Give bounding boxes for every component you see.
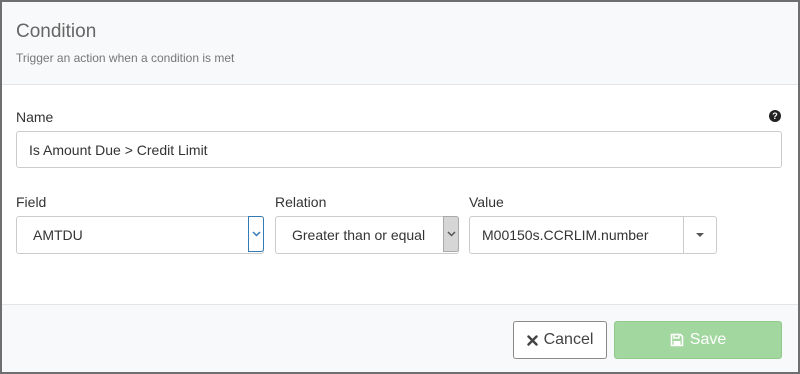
name-label: Name — [16, 109, 54, 125]
save-button-label: Save — [689, 331, 727, 348]
field-select[interactable]: AMTDU — [16, 216, 264, 254]
relation-select[interactable]: Greater than or equal — [275, 216, 459, 254]
dialog-subtitle: Trigger an action when a condition is me… — [16, 51, 235, 65]
caret-down-icon — [696, 233, 704, 237]
field-select-value: AMTDU — [33, 227, 83, 243]
dialog-footer: Cancel Save — [2, 304, 798, 372]
chevron-down-icon[interactable] — [248, 216, 264, 252]
cancel-button[interactable]: Cancel — [513, 321, 607, 359]
relation-select-value: Greater than or equal — [292, 227, 426, 243]
floppy-disk-icon — [670, 333, 684, 347]
value-dropdown-toggle[interactable] — [683, 217, 716, 253]
relation-label: Relation — [275, 194, 327, 210]
value-combobox-text[interactable]: M00150s.CCRLIM.number — [482, 217, 649, 253]
save-button[interactable]: Save — [614, 321, 782, 359]
value-combobox[interactable]: M00150s.CCRLIM.number — [469, 216, 717, 254]
dialog-header: Condition Trigger an action when a condi… — [2, 2, 798, 85]
condition-dialog: Condition Trigger an action when a condi… — [0, 0, 800, 374]
dialog-title: Condition — [16, 21, 97, 42]
name-input[interactable] — [16, 131, 782, 168]
cancel-button-label: Cancel — [543, 331, 594, 348]
question-circle-icon[interactable]: ? — [769, 110, 781, 122]
field-label: Field — [16, 194, 47, 210]
chevron-down-icon[interactable] — [443, 216, 459, 252]
times-icon — [526, 334, 538, 346]
value-label: Value — [469, 194, 504, 210]
